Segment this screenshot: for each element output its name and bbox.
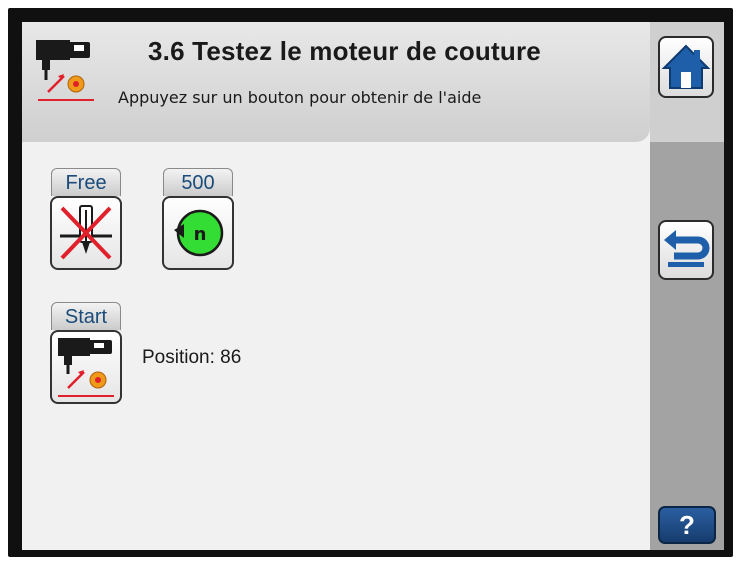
home-button[interactable]: [658, 36, 714, 98]
svg-text:n: n: [194, 224, 207, 245]
page-subtitle: Appuyez sur un bouton pour obtenir de l'…: [118, 88, 482, 107]
start-label: Start: [51, 302, 121, 330]
sewing-motor-start-icon: [58, 338, 114, 397]
home-icon: [661, 44, 711, 89]
back-button[interactable]: [658, 220, 714, 280]
help-button[interactable]: ?: [658, 506, 716, 544]
header-bar: 3.6 Testez le moteur de couture Appuyez …: [22, 22, 650, 142]
page-title: 3.6 Testez le moteur de couture: [148, 36, 541, 66]
free-button[interactable]: [50, 196, 122, 270]
sewing-motor-icon: [34, 36, 96, 104]
free-tool: Free: [50, 168, 122, 270]
speed-tool: 500 n: [162, 168, 234, 270]
start-tool: Start: [50, 302, 122, 404]
return-arrow-icon: [664, 230, 710, 267]
speed-label: 500: [163, 168, 233, 196]
speed-button[interactable]: n: [162, 196, 234, 270]
start-button[interactable]: [50, 330, 122, 404]
speed-rotation-icon: n: [174, 209, 224, 257]
free-label: Free: [51, 168, 121, 196]
screen: 3.6 Testez le moteur de couture Appuyez …: [22, 22, 724, 550]
sidebar: ?: [650, 22, 724, 550]
position-readout: Position: 86: [142, 347, 242, 368]
needle-free-crossed-icon: [60, 205, 112, 260]
